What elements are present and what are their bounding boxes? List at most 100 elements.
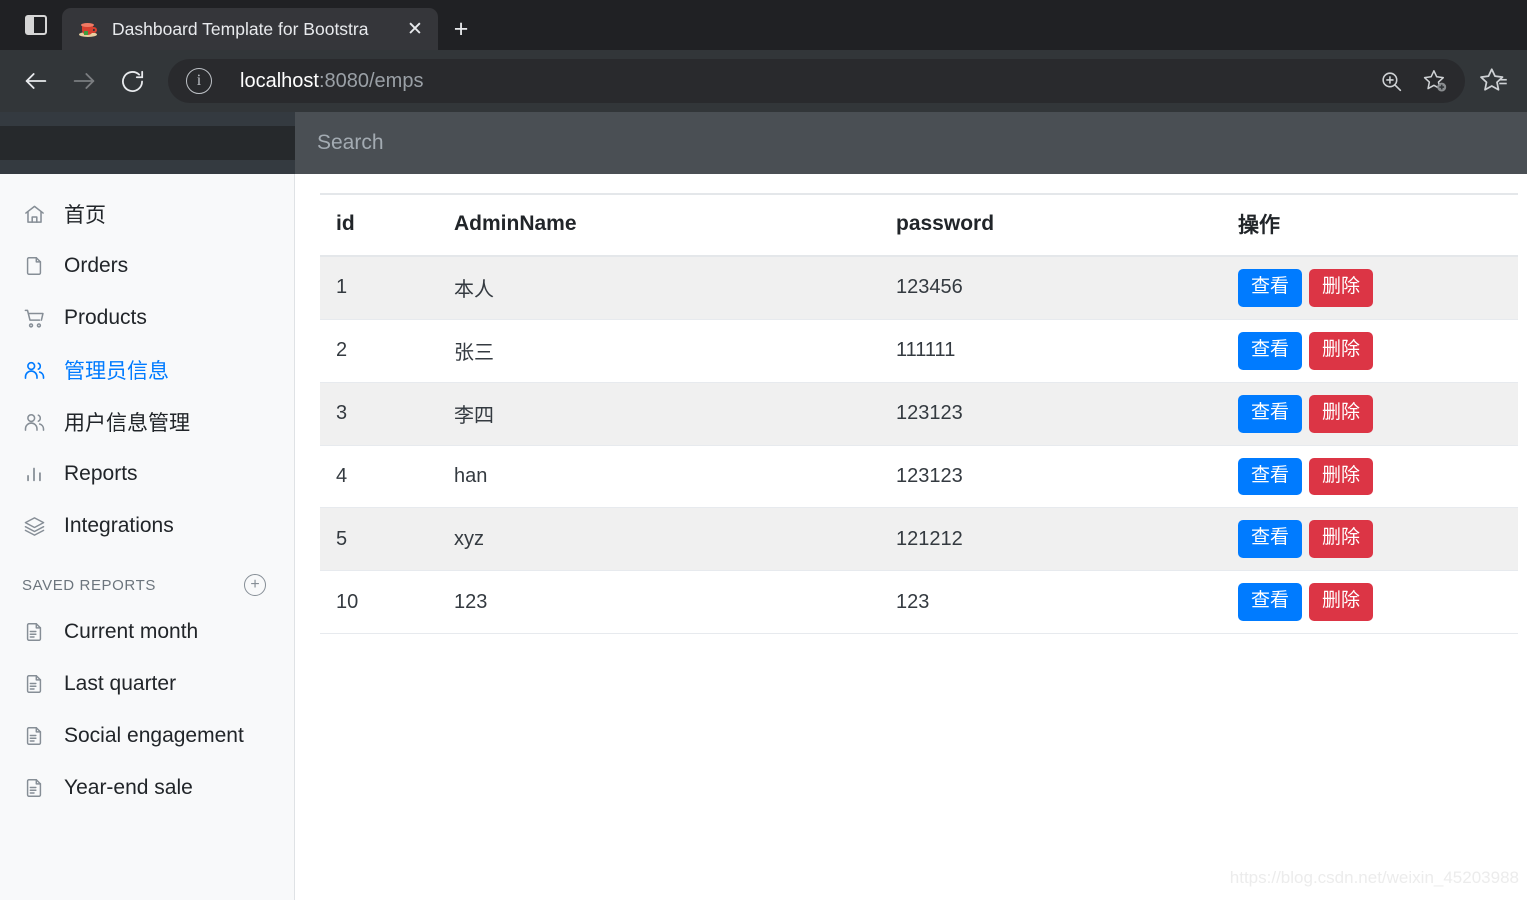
delete-button[interactable]: 删除 <box>1309 269 1374 307</box>
app-navbar <box>0 112 1527 174</box>
admin-table: id AdminName password 操作 1 本人 123456 查看删… <box>320 193 1518 635</box>
sidebar-item-label: 首页 <box>64 204 106 227</box>
cell-id: 10 <box>320 570 438 635</box>
column-header-password: password <box>880 193 1222 257</box>
reload-button[interactable] <box>108 57 156 105</box>
add-favorite-star-icon[interactable] <box>1413 59 1457 103</box>
main-content: id AdminName password 操作 1 本人 123456 查看删… <box>296 174 1527 900</box>
cell-adminname: 张三 <box>438 319 880 383</box>
tab-strip: Dashboard Template for Bootstra ✕ + <box>0 0 1527 50</box>
url-host: localhost <box>240 69 319 92</box>
favorites-star-icon[interactable] <box>1471 57 1515 105</box>
tab-list-button[interactable] <box>10 0 62 50</box>
cell-password: 123123 <box>880 445 1222 509</box>
saved-report-social-engagement[interactable]: Social engagement <box>0 710 294 762</box>
cell-id: 4 <box>320 445 438 509</box>
delete-button[interactable]: 删除 <box>1309 394 1374 433</box>
cell-id: 1 <box>320 256 438 320</box>
sidebar-item-user-info-manage[interactable]: 用户信息管理 <box>0 396 294 448</box>
sidebar-item-reports[interactable]: Reports <box>0 448 294 500</box>
cell-password: 123123 <box>880 382 1222 446</box>
delete-button[interactable]: 删除 <box>1309 331 1374 370</box>
delete-button[interactable]: 删除 <box>1309 520 1374 559</box>
table-row: 4 han 123123 查看 删除 <box>320 445 1518 509</box>
people-icon <box>22 358 46 382</box>
browser-chrome: Dashboard Template for Bootstra ✕ + i lo… <box>0 0 1527 112</box>
document-icon <box>22 620 46 644</box>
view-button[interactable]: 查看 <box>1238 583 1303 622</box>
zoom-in-icon[interactable] <box>1369 59 1413 103</box>
site-info-icon[interactable]: i <box>186 68 212 94</box>
table-row: 2 张三 111111 查看 删除 <box>320 319 1518 383</box>
cell-password: 123 <box>880 570 1222 635</box>
url-text: localhost:8080/emps <box>240 70 1369 93</box>
cell-operations: 查看 删除 <box>1222 319 1518 383</box>
view-button[interactable]: 查看 <box>1238 331 1303 370</box>
cell-adminname: han <box>438 445 880 509</box>
cell-id: 3 <box>320 382 438 446</box>
sidebar-item-admin-info[interactable]: 管理员信息 <box>0 344 294 396</box>
people-icon <box>22 410 46 434</box>
watermark: https://blog.csdn.net/weixin_45203988 <box>1229 868 1519 887</box>
sidebar-item-label: Products <box>64 306 147 329</box>
bar-chart-icon <box>22 462 46 486</box>
add-report-button[interactable]: + <box>244 574 266 596</box>
cell-adminname: 本人 <box>438 256 880 320</box>
cell-adminname: 123 <box>438 570 880 635</box>
layers-icon <box>22 514 46 538</box>
cell-password: 123456 <box>880 256 1222 320</box>
table-header: id AdminName password 操作 <box>320 193 1518 257</box>
navbar-brand-bar <box>0 126 295 160</box>
saved-report-label: Year-end sale <box>64 776 193 799</box>
navbar-search-area <box>295 112 1527 174</box>
cell-operations: 查看 删除 <box>1222 507 1518 572</box>
omnibox-actions <box>1369 59 1457 103</box>
back-button[interactable] <box>12 57 60 105</box>
cell-adminname: xyz <box>438 507 880 572</box>
table-row: 1 本人 123456 查看 删除 <box>320 256 1518 320</box>
document-icon <box>22 672 46 696</box>
cell-operations: 查看 删除 <box>1222 256 1518 320</box>
delete-button[interactable]: 删除 <box>1309 583 1374 622</box>
cell-operations: 查看 删除 <box>1222 382 1518 446</box>
saved-report-label: Social engagement <box>64 724 244 747</box>
home-icon <box>22 202 46 226</box>
tab-title: Dashboard Template for Bootstra <box>112 18 369 39</box>
browser-toolbar: i localhost:8080/emps <box>0 50 1527 112</box>
forward-button[interactable] <box>60 57 108 105</box>
address-bar[interactable]: i localhost:8080/emps <box>168 59 1465 103</box>
table-row: 3 李四 123123 查看 删除 <box>320 382 1518 446</box>
sidebar-item-home[interactable]: 首页 <box>0 188 294 240</box>
sidebar-item-products[interactable]: Products <box>0 292 294 344</box>
view-button[interactable]: 查看 <box>1238 520 1303 559</box>
view-button[interactable]: 查看 <box>1238 394 1303 433</box>
close-icon[interactable]: ✕ <box>402 16 428 42</box>
delete-button[interactable]: 删除 <box>1309 457 1374 496</box>
saved-report-label: Last quarter <box>64 672 177 695</box>
view-button[interactable]: 查看 <box>1238 457 1303 496</box>
coffee-cup-icon <box>78 19 98 39</box>
shopping-cart-icon <box>22 306 46 330</box>
sidebar-item-integrations[interactable]: Integrations <box>0 500 294 552</box>
saved-report-last-quarter[interactable]: Last quarter <box>0 658 294 710</box>
view-button[interactable]: 查看 <box>1238 269 1303 307</box>
sidebar-item-label: Orders <box>64 254 129 277</box>
sidebar-item-label: 管理员信息 <box>64 360 169 383</box>
saved-reports-title: SAVED REPORTS <box>22 576 156 594</box>
sidebar-item-label: Reports <box>64 462 138 485</box>
saved-reports-header: SAVED REPORTS + <box>0 552 294 606</box>
saved-report-year-end-sale[interactable]: Year-end sale <box>0 762 294 814</box>
sidebar-item-orders[interactable]: Orders <box>0 240 294 292</box>
saved-report-current-month[interactable]: Current month <box>0 606 294 658</box>
document-icon <box>22 724 46 748</box>
search-input[interactable] <box>317 131 1527 155</box>
cell-operations: 查看 删除 <box>1222 445 1518 509</box>
column-header-adminname: AdminName <box>438 193 880 257</box>
file-icon <box>22 254 46 278</box>
cell-adminname: 李四 <box>438 382 880 446</box>
cell-operations: 查看 删除 <box>1222 570 1518 635</box>
new-tab-button[interactable]: + <box>438 8 484 50</box>
cell-password: 111111 <box>880 319 1222 383</box>
table-row: 5 xyz 121212 查看 删除 <box>320 507 1518 572</box>
browser-tab[interactable]: Dashboard Template for Bootstra ✕ <box>62 8 438 50</box>
